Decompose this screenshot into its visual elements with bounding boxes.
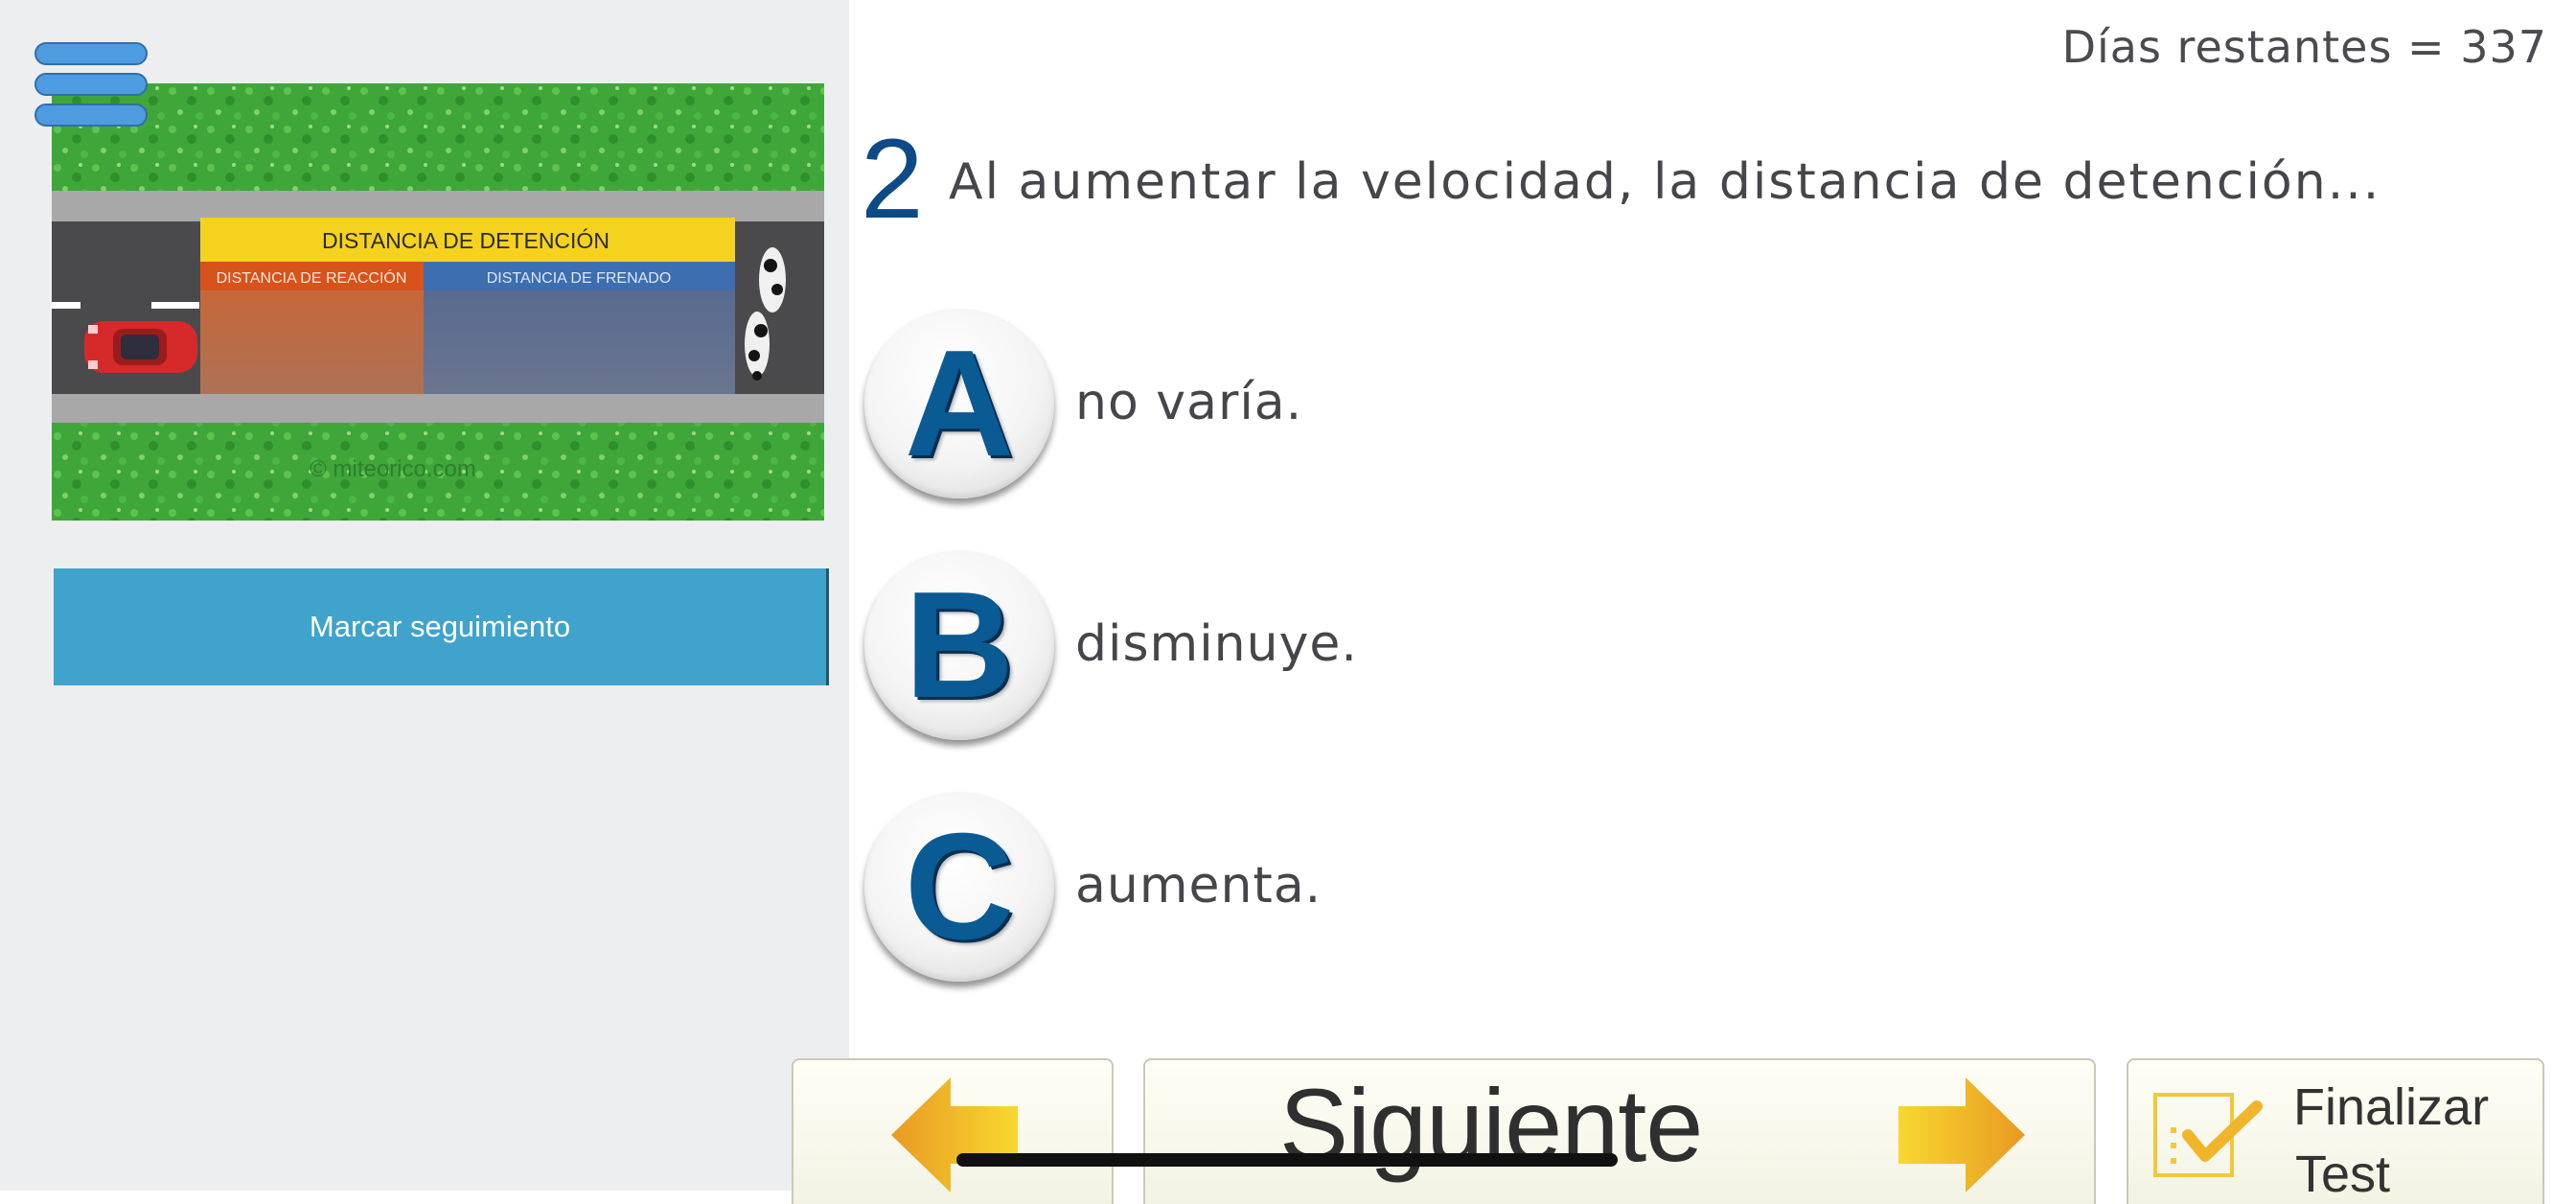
menu-bar [34, 42, 148, 65]
menu-bar [34, 104, 148, 127]
stopping-distance-label: DISTANCIA DE DETENCIÓN [322, 228, 610, 253]
question-text: Al aumentar la velocidad, la distancia d… [949, 153, 2381, 211]
option-b-letter: B [904, 561, 1015, 729]
red-car-icon [84, 321, 197, 373]
reaction-distance-label: DISTANCIA DE REACCIÓN [217, 268, 407, 287]
arrow-left-icon [891, 1077, 1018, 1192]
days-remaining: Días restantes = 337 [2061, 21, 2547, 73]
menu-bar [34, 73, 148, 96]
finish-test-button[interactable]: Finalizar Test [2127, 1058, 2544, 1204]
option-b-text[interactable]: disminuye. [1075, 615, 1358, 673]
option-b[interactable]: B disminuye. [864, 550, 2494, 742]
sidebar-panel: DISTANCIA DE DETENCIÓN DISTANCIA DE REAC… [0, 0, 849, 1191]
option-c-text[interactable]: aumenta. [1075, 857, 1322, 915]
finish-label-line1: Finalizar [2293, 1078, 2490, 1136]
stopping-distance-illustration: DISTANCIA DE DETENCIÓN DISTANCIA DE REAC… [52, 83, 824, 521]
option-a-letter: A [904, 319, 1015, 488]
option-b-badge[interactable]: B [864, 550, 1054, 740]
finish-label-line2: Test [2295, 1146, 2391, 1203]
previous-button[interactable] [792, 1058, 1114, 1204]
braking-distance-label: DISTANCIA DE FRENADO [487, 270, 672, 287]
checklist-icon [2153, 1093, 2263, 1177]
option-c-letter: C [904, 802, 1015, 971]
home-indicator[interactable] [956, 1153, 1618, 1167]
option-c[interactable]: C aumenta. [864, 792, 2494, 984]
watermark-text: © miteorico.com [310, 456, 476, 482]
arrow-right-icon [1898, 1077, 2025, 1192]
finish-label: Finalizar Test [2293, 1074, 2489, 1204]
option-a-text[interactable]: no varía. [1075, 374, 1302, 431]
option-a-badge[interactable]: A [864, 309, 1054, 498]
next-label: Siguiente [1279, 1067, 1703, 1183]
question-number: 2 [861, 116, 924, 243]
mark-tracking-button[interactable]: Marcar seguimiento [54, 568, 829, 685]
road-diagram: DISTANCIA DE DETENCIÓN DISTANCIA DE REAC… [52, 83, 824, 521]
option-a[interactable]: A no varía. [864, 309, 2494, 500]
hamburger-menu-icon[interactable] [34, 42, 148, 128]
option-c-badge[interactable]: C [864, 792, 1054, 982]
next-button[interactable]: Siguiente [1143, 1058, 2096, 1204]
